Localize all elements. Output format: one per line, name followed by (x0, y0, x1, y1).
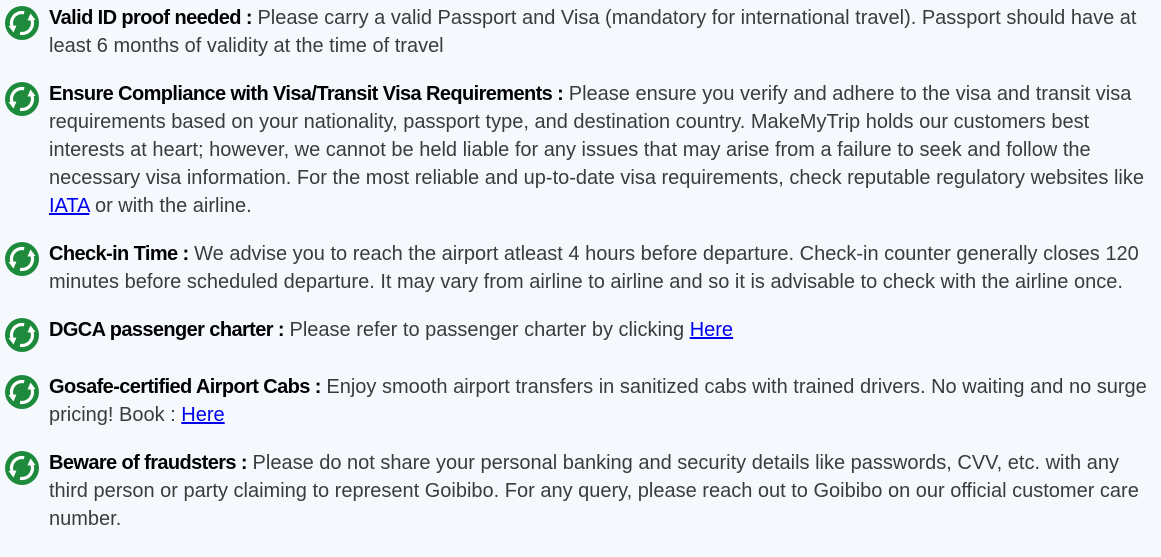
recycle-arrows-icon (4, 450, 40, 486)
note-title: Gosafe-certified Airport Cabs : (49, 376, 321, 398)
note-title: Valid ID proof needed : (49, 7, 252, 29)
iata-link[interactable]: IATA (49, 195, 89, 217)
note-valid-id: Valid ID proof needed : Please carry a v… (0, 4, 1161, 60)
recycle-arrows-icon (4, 374, 40, 410)
note-text: Ensure Compliance with Visa/Transit Visa… (49, 80, 1151, 220)
note-body-end: or with the airline. (89, 195, 252, 217)
recycle-arrows-icon (4, 81, 40, 117)
recycle-arrows-icon (4, 241, 40, 277)
passenger-charter-link[interactable]: Here (690, 319, 733, 341)
note-title: Ensure Compliance with Visa/Transit Visa… (49, 83, 564, 105)
note-text: Valid ID proof needed : Please carry a v… (49, 4, 1151, 60)
note-title: Check-in Time : (49, 243, 189, 265)
note-title: Beware of fraudsters : (49, 452, 248, 474)
note-body: Please refer to passenger charter by cli… (283, 319, 690, 341)
note-text: Check-in Time : We advise you to reach t… (49, 240, 1151, 296)
note-text: DGCA passenger charter : Please refer to… (49, 316, 1151, 344)
note-visa-compliance: Ensure Compliance with Visa/Transit Visa… (0, 80, 1161, 220)
note-text: Beware of fraudsters : Please do not sha… (49, 449, 1151, 533)
note-title: DGCA passenger charter : (49, 319, 285, 341)
note-text: Gosafe-certified Airport Cabs : Enjoy sm… (49, 373, 1151, 429)
book-cab-link[interactable]: Here (181, 404, 224, 426)
recycle-arrows-icon (4, 317, 40, 353)
note-body: We advise you to reach the airport atlea… (49, 243, 1139, 293)
note-dgca-charter: DGCA passenger charter : Please refer to… (0, 316, 1161, 353)
recycle-arrows-icon (4, 5, 40, 41)
note-gosafe-cabs: Gosafe-certified Airport Cabs : Enjoy sm… (0, 373, 1161, 429)
important-notes-list: Valid ID proof needed : Please carry a v… (0, 0, 1161, 533)
note-check-in-time: Check-in Time : We advise you to reach t… (0, 240, 1161, 296)
note-fraud-warning: Beware of fraudsters : Please do not sha… (0, 449, 1161, 533)
